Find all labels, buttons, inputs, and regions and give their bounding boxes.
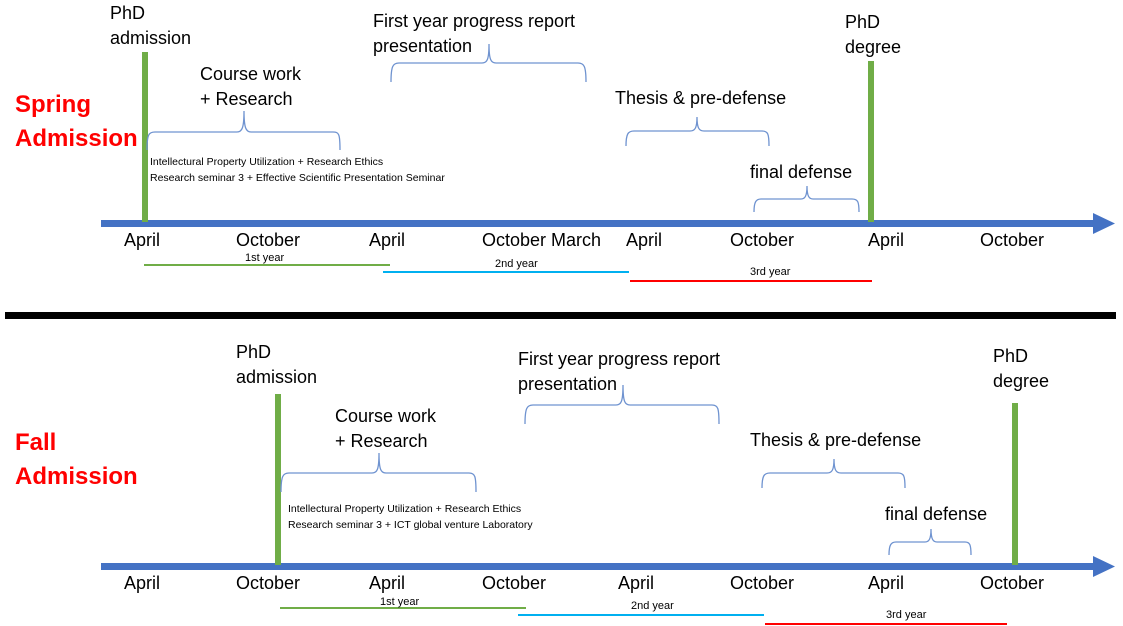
spring-degree-label: PhD degree [845,10,901,60]
fall-axis-arrowhead-icon [1093,556,1115,577]
fall-year2-bar [518,614,764,616]
fall-tick: April [369,573,406,593]
spring-axis-arrowhead-icon [1093,213,1115,234]
spring-coursework-label: Course work + Research [200,62,301,112]
spring-admission-marker [142,52,148,222]
fall-tick: April [124,573,161,593]
spring-year1-label: 1st year [245,252,285,264]
label-line: + Research [335,431,428,451]
course-line: Research seminar 3 + ICT global venture … [288,519,533,531]
fall-admission-label: PhD admission [236,340,317,390]
section-divider [5,312,1116,319]
label-line: Course work [335,406,437,426]
spring-year3-bar [630,280,872,282]
fall-tick: October [236,573,301,593]
spring-tick: April [868,230,905,250]
fall-title-line2: Admission [15,463,138,490]
fall-year2-label: 2nd year [631,600,674,612]
fall-degree-marker [1012,403,1018,565]
fall-title-line1: Fall [15,429,57,456]
spring-course-list: Intellectural Property Utilization + Res… [150,154,445,186]
spring-tick: October [236,230,301,250]
spring-degree-marker [868,61,874,222]
fall-coursework-brace [280,452,477,493]
fall-tick: October [980,573,1045,593]
spring-year2-label: 2nd year [495,258,538,270]
spring-tick: April [626,230,663,250]
spring-progress-label: First year progress report presentation [373,9,575,59]
spring-tick: March [551,230,602,250]
label-line: PhD [993,346,1029,366]
label-line: PhD [236,342,272,362]
label-line: PhD [110,3,146,23]
spring-tick: October [482,230,547,250]
fall-final-defense-label: final defense [885,504,988,524]
label-line: presentation [373,36,473,56]
spring-tick: April [124,230,161,250]
fall-tick: April [868,573,905,593]
fall-degree-label: PhD degree [993,344,1049,394]
fall-tick: April [618,573,655,593]
fall-thesis-label: Thesis & pre-defense [750,430,922,450]
label-line: + Research [200,89,293,109]
fall-admission-marker [275,394,281,565]
fall-year3-label: 3rd year [886,609,927,621]
fall-progress-label: First year progress report presentation [518,347,720,397]
label-line: degree [993,371,1050,391]
spring-title: Spring Admission [15,88,138,156]
label-line: First year progress report [373,11,576,31]
spring-year3-label: 3rd year [750,266,791,278]
spring-coursework-brace [146,110,341,151]
spring-final-brace [753,185,860,213]
fall-tick: October [730,573,795,593]
fall-tick: October [482,573,547,593]
course-line: Intellectural Property Utilization + Res… [150,156,384,168]
spring-title-line2: Admission [15,125,138,152]
spring-admission-label: PhD admission [110,1,191,51]
label-line: degree [845,37,902,57]
fall-course-list: Intellectural Property Utilization + Res… [288,501,533,533]
label-line: admission [236,367,318,387]
fall-coursework-label: Course work + Research [335,404,436,454]
course-line: Research seminar 3 + Effective Scientifi… [150,172,445,184]
fall-final-brace [888,528,972,556]
spring-title-line1: Spring [15,91,91,118]
spring-year2-bar [383,271,629,273]
fall-title: Fall Admission [15,426,138,494]
spring-tick: October [730,230,795,250]
timeline-graphics [5,43,1116,625]
label-line: admission [110,28,192,48]
spring-thesis-brace [625,116,770,147]
course-line: Intellectural Property Utilization + Res… [288,503,522,515]
spring-final-defense-label: final defense [750,162,853,182]
spring-thesis-label: Thesis & pre-defense [615,88,787,108]
label-line: Course work [200,64,302,84]
label-line: PhD [845,12,881,32]
label-line: presentation [518,374,618,394]
fall-thesis-brace [761,458,906,489]
spring-tick: October [980,230,1045,250]
spring-year1-bar [144,264,390,266]
fall-year3-bar [765,623,1007,625]
label-line: First year progress report [518,349,721,369]
fall-year1-label: 1st year [380,596,420,608]
spring-tick: April [369,230,406,250]
